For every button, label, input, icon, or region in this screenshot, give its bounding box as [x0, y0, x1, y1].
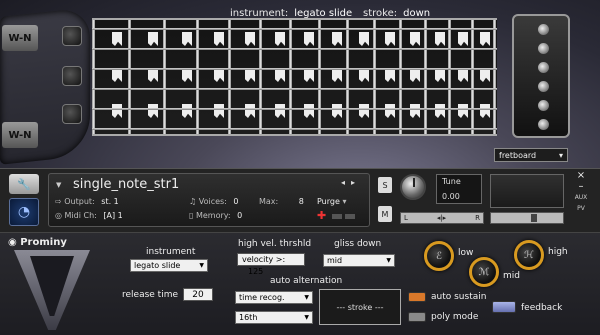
high-vel-threshold-label: high vel. thrshld: [238, 239, 312, 249]
solo-button[interactable]: S: [378, 177, 392, 193]
midi-icon: ◎: [55, 211, 62, 220]
mute-button[interactable]: M: [378, 206, 392, 222]
next-arrow-icon[interactable]: ▸: [351, 178, 361, 187]
feedback-label: feedback: [521, 303, 563, 313]
close-button[interactable]: ×: [570, 170, 592, 181]
gothic-glyph-icon: ℰ: [435, 250, 443, 262]
midi-row[interactable]: ◎ Midi Ch: [A] 1: [55, 211, 123, 220]
stroke-display: --- stroke ---: [319, 289, 401, 325]
feedback-button[interactable]: [492, 301, 516, 313]
instrument-title: instrument: [146, 247, 196, 257]
low-label: low: [458, 248, 474, 258]
pan-handle-icon: ◂|▸: [436, 214, 447, 222]
max-voices[interactable]: Max: 8: [259, 197, 304, 206]
low-knob[interactable]: ℰ: [424, 241, 454, 271]
instrument-name[interactable]: single_note_str1: [73, 177, 179, 192]
gothic-glyph-icon: ℋ: [524, 249, 534, 261]
instrument-status: instrument: legato slide: [230, 8, 353, 19]
chevron-down-icon: ▼: [304, 314, 309, 321]
release-time-label: release time: [122, 290, 179, 300]
pickup: [512, 14, 570, 138]
chevron-down-icon: ▼: [304, 294, 309, 301]
wrench-icon: 🔧: [17, 177, 31, 191]
mid-label: mid: [503, 271, 520, 281]
chevron-down-icon: ▼: [386, 257, 391, 264]
output-row[interactable]: ⇨ Output: st. 1: [55, 197, 119, 206]
division-select[interactable]: 16th ▼: [235, 311, 313, 324]
aux-button[interactable]: AUX: [570, 194, 592, 201]
memory-icon: ▯: [189, 211, 194, 220]
high-knob[interactable]: ℋ: [514, 240, 544, 270]
high-label: high: [548, 247, 568, 257]
tuner-peg: [62, 66, 82, 86]
tune-display[interactable]: Tune 0.00: [436, 174, 482, 204]
instrument-logo-button[interactable]: ◔: [9, 198, 39, 226]
tune-knob[interactable]: [400, 174, 426, 200]
chevron-down-icon: ▾: [342, 197, 347, 206]
level-meter: [490, 174, 564, 208]
pv-button[interactable]: PV: [570, 205, 592, 212]
guitar-view: W-N W-N instrument: legato slide stroke:…: [0, 0, 600, 168]
instrument-select[interactable]: legato slide ▼: [130, 259, 208, 272]
poly-mode-label: poly mode: [431, 312, 479, 322]
auto-alternation-label: auto alternation: [270, 276, 343, 286]
velocity-field[interactable]: velocity >: 125: [237, 253, 305, 276]
output-icon: ⇨: [55, 197, 62, 206]
wrench-button[interactable]: 🔧: [9, 174, 39, 194]
brand-logo: ◉ Prominy: [8, 237, 67, 248]
mid-knob[interactable]: ℳ: [469, 257, 499, 287]
volume-slider[interactable]: [490, 212, 564, 224]
window-controls: × – AUX PV: [570, 170, 592, 226]
fretboard[interactable]: [92, 18, 497, 136]
auto-sustain-toggle[interactable]: [408, 292, 426, 302]
stroke-status: stroke: down: [363, 8, 431, 19]
memory-row: ▯ Memory: 0: [189, 211, 243, 220]
gliss-down-label: gliss down: [334, 239, 382, 249]
tuner-peg: [62, 104, 82, 124]
voices-row: ♫ Voices: 0: [189, 197, 239, 206]
chevron-down-icon: ▾: [558, 150, 563, 160]
minimize-button[interactable]: –: [570, 181, 592, 192]
auto-sustain-label: auto sustain: [431, 292, 487, 302]
expand-triangle-icon[interactable]: ▼: [56, 181, 61, 189]
headstock-logo: W-N: [2, 25, 38, 51]
instrument-header: ▼ single_note_str1 ◂▸ ⇨ Output: st. 1 ♫ …: [48, 173, 370, 227]
tuner-peg: [62, 26, 82, 46]
headstock-logo-lower: W-N: [2, 122, 38, 148]
chevron-down-icon: ▼: [199, 262, 204, 269]
view-select[interactable]: fretboard ▾: [494, 148, 568, 162]
voices-icon: ♫: [189, 197, 197, 206]
release-time-field[interactable]: 20: [183, 288, 213, 301]
poly-mode-toggle[interactable]: [408, 312, 426, 322]
purge-menu[interactable]: Purge ▾: [317, 197, 346, 206]
brand-mark-icon: ◉: [8, 237, 17, 248]
kontakt-logo-icon: ◔: [17, 204, 31, 220]
instrument-nav[interactable]: ◂▸: [341, 178, 361, 187]
gliss-select[interactable]: mid ▼: [323, 254, 395, 267]
recognition-select[interactable]: time recog. ▼: [235, 291, 313, 304]
prev-arrow-icon[interactable]: ◂: [341, 178, 351, 187]
purge-indicator-icon: ✚: [317, 209, 356, 222]
gothic-glyph-icon: ℳ: [478, 266, 490, 278]
pan-slider[interactable]: L ◂|▸ R: [400, 212, 484, 224]
